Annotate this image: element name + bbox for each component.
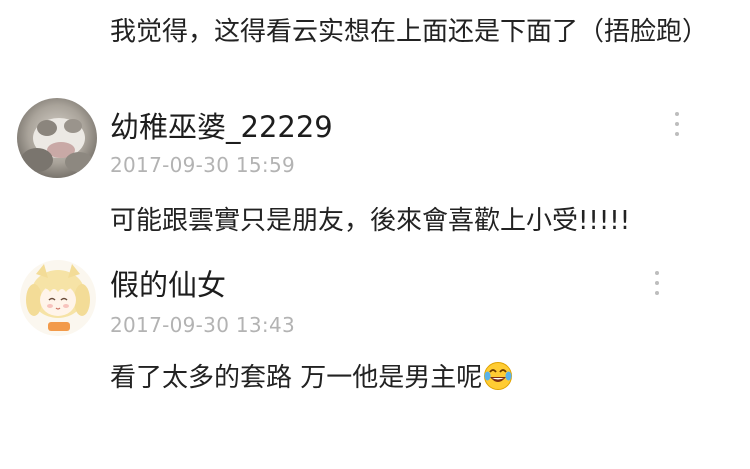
comment-text-row: 看了太多的套路 万一他是男主呢 <box>110 361 513 399</box>
timestamp: 2017-09-30 13:43 <box>110 313 296 337</box>
comment-text: 可能跟雲實只是朋友，後來會喜歡上小受!!!!! <box>110 206 631 236</box>
avatar[interactable] <box>17 98 97 178</box>
timestamp: 2017-09-30 15:59 <box>110 153 296 177</box>
username[interactable]: 幼稚巫婆_22229 <box>110 110 333 144</box>
more-options-button[interactable] <box>647 265 667 301</box>
comment-text: 看了太多的套路 万一他是男主呢 <box>110 363 483 393</box>
more-options-button[interactable] <box>667 106 687 142</box>
tears-of-joy-emoji-icon <box>483 361 513 399</box>
anime-girl-avatar-icon <box>20 260 96 336</box>
cat-photo-avatar-icon <box>17 98 97 178</box>
previous-comment-text: 我觉得，这得看云实想在上面还是下面了（捂脸跑） <box>110 17 709 47</box>
avatar[interactable] <box>20 260 96 336</box>
username[interactable]: 假的仙女 <box>110 268 226 302</box>
